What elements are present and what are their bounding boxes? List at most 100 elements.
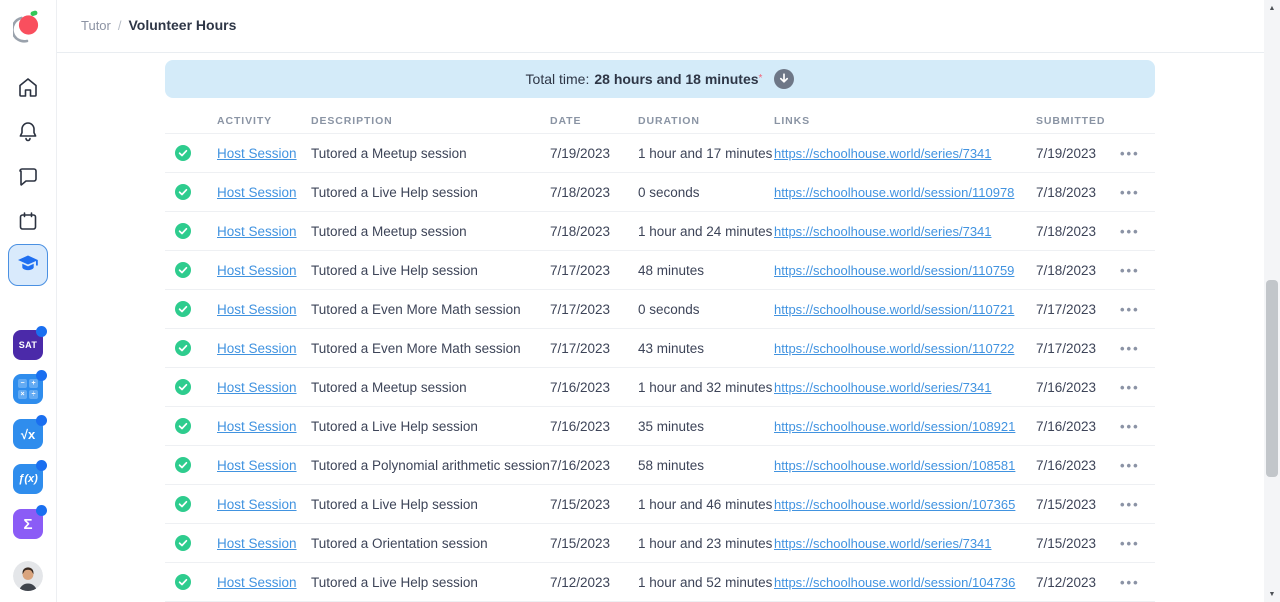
submitted-cell: 7/19/2023 [1036, 145, 1097, 161]
scroll-down-icon[interactable]: ▼ [1264, 586, 1280, 602]
submitted-cell: 7/16/2023 [1036, 418, 1097, 434]
session-url-link[interactable]: https://schoolhouse.world/session/108581 [774, 458, 1015, 473]
approved-check-icon [175, 145, 191, 161]
calendar-icon[interactable] [16, 209, 40, 233]
session-url-link[interactable]: https://schoolhouse.world/series/7341 [774, 536, 992, 551]
description-cell: Tutored a Meetup session [311, 379, 467, 395]
sidebar-subject-algebra[interactable]: √x [13, 415, 47, 449]
activity-link[interactable]: Host Session [217, 419, 297, 434]
scroll-up-icon[interactable]: ▲ [1264, 0, 1280, 16]
approved-check-icon [175, 418, 191, 434]
vertical-scrollbar[interactable]: ▲ ▼ [1264, 0, 1280, 602]
session-url-link[interactable]: https://schoolhouse.world/session/107365 [774, 497, 1015, 512]
more-options-button[interactable]: ••• [1120, 497, 1155, 512]
table-row: Host Session Tutored a Live Help session… [165, 563, 1155, 602]
notification-dot [36, 370, 47, 381]
date-cell: 7/15/2023 [550, 535, 611, 551]
duration-cell: 1 hour and 23 minutes [638, 535, 773, 551]
breadcrumb-tutor[interactable]: Tutor [81, 18, 111, 33]
activity-link[interactable]: Host Session [217, 146, 297, 161]
sigma-icon: Σ [23, 515, 33, 533]
sidebar-subject-calculus[interactable]: Σ [13, 505, 47, 539]
fx-icon: ƒ(x) [18, 473, 38, 485]
description-cell: Tutored a Orientation session [311, 535, 488, 551]
col-description: DESCRIPTION [311, 114, 393, 127]
more-options-button[interactable]: ••• [1120, 458, 1155, 473]
session-url-link[interactable]: https://schoolhouse.world/series/7341 [774, 146, 992, 161]
activity-link[interactable]: Host Session [217, 497, 297, 512]
approved-check-icon [175, 340, 191, 356]
total-time-label: Total time: [525, 71, 590, 87]
session-url-link[interactable]: https://schoolhouse.world/session/110978 [774, 185, 1014, 200]
activity-link[interactable]: Host Session [217, 341, 297, 356]
description-cell: Tutored a Meetup session [311, 223, 467, 239]
duration-cell: 1 hour and 46 minutes [638, 496, 773, 512]
more-options-button[interactable]: ••• [1120, 224, 1155, 239]
more-options-button[interactable]: ••• [1120, 302, 1155, 317]
activity-link[interactable]: Host Session [217, 185, 297, 200]
submitted-cell: 7/15/2023 [1036, 496, 1097, 512]
description-cell: Tutored a Polynomial arithmetic session [311, 457, 550, 473]
sidebar-item-tutoring[interactable] [8, 244, 48, 286]
scrollbar-thumb[interactable] [1266, 280, 1278, 477]
date-cell: 7/17/2023 [550, 340, 611, 356]
more-options-button[interactable]: ••• [1120, 536, 1155, 551]
session-url-link[interactable]: https://schoolhouse.world/session/110722 [774, 341, 1014, 356]
asterisk: * [758, 73, 763, 84]
sidebar-subject-sat[interactable]: SAT [13, 326, 47, 360]
session-url-link[interactable]: https://schoolhouse.world/session/110759 [774, 263, 1014, 278]
sidebar-subject-prealgebra[interactable]: − + × ÷ [13, 370, 47, 404]
graduation-cap-icon [16, 251, 40, 280]
sidebar-subject-functions[interactable]: ƒ(x) [13, 460, 47, 494]
session-url-link[interactable]: https://schoolhouse.world/series/7341 [774, 380, 992, 395]
activity-link[interactable]: Host Session [217, 380, 297, 395]
more-options-button[interactable]: ••• [1120, 575, 1155, 590]
table-row: Host Session Tutored a Even More Math se… [165, 329, 1155, 368]
activity-link[interactable]: Host Session [217, 536, 297, 551]
submitted-cell: 7/18/2023 [1036, 223, 1097, 239]
submitted-cell: 7/16/2023 [1036, 457, 1097, 473]
notification-dot [36, 460, 47, 471]
approved-check-icon [175, 301, 191, 317]
duration-cell: 35 minutes [638, 418, 705, 434]
session-url-link[interactable]: https://schoolhouse.world/series/7341 [774, 224, 992, 239]
duration-cell: 48 minutes [638, 262, 705, 278]
session-url-link[interactable]: https://schoolhouse.world/session/108921 [774, 419, 1015, 434]
col-date: DATE [550, 114, 582, 127]
session-url-link[interactable]: https://schoolhouse.world/session/110721 [774, 302, 1014, 317]
submitted-cell: 7/18/2023 [1036, 184, 1097, 200]
schoolhouse-logo[interactable] [11, 10, 43, 51]
col-links: LINKS [774, 114, 810, 127]
breadcrumb: Tutor / Volunteer Hours [81, 17, 236, 35]
download-icon[interactable] [774, 69, 795, 89]
more-options-button[interactable]: ••• [1120, 419, 1155, 434]
user-avatar[interactable] [13, 561, 43, 591]
home-icon[interactable] [16, 75, 40, 99]
more-options-button[interactable]: ••• [1120, 146, 1155, 161]
more-options-button[interactable]: ••• [1120, 185, 1155, 200]
more-options-button[interactable]: ••• [1120, 341, 1155, 356]
chat-icon[interactable] [16, 164, 40, 188]
activity-link[interactable]: Host Session [217, 575, 297, 590]
activity-link[interactable]: Host Session [217, 263, 297, 278]
session-url-link[interactable]: https://schoolhouse.world/session/104736 [774, 575, 1015, 590]
more-options-button[interactable]: ••• [1120, 380, 1155, 395]
approved-check-icon [175, 223, 191, 239]
date-cell: 7/17/2023 [550, 262, 611, 278]
sat-label: SAT [18, 340, 38, 350]
date-cell: 7/16/2023 [550, 379, 611, 395]
activity-link[interactable]: Host Session [217, 224, 297, 239]
activity-link[interactable]: Host Session [217, 302, 297, 317]
submitted-cell: 7/17/2023 [1036, 301, 1097, 317]
table-row: Host Session Tutored a Live Help session… [165, 251, 1155, 290]
table-row: Host Session Tutored a Even More Math se… [165, 290, 1155, 329]
date-cell: 7/18/2023 [550, 184, 611, 200]
table-row: Host Session Tutored a Live Help session… [165, 407, 1155, 446]
activity-link[interactable]: Host Session [217, 458, 297, 473]
bell-icon[interactable] [16, 119, 40, 143]
duration-cell: 58 minutes [638, 457, 705, 473]
duration-cell: 0 seconds [638, 301, 700, 317]
notification-dot [36, 415, 47, 426]
page-title: Volunteer Hours [128, 17, 237, 33]
more-options-button[interactable]: ••• [1120, 263, 1155, 278]
